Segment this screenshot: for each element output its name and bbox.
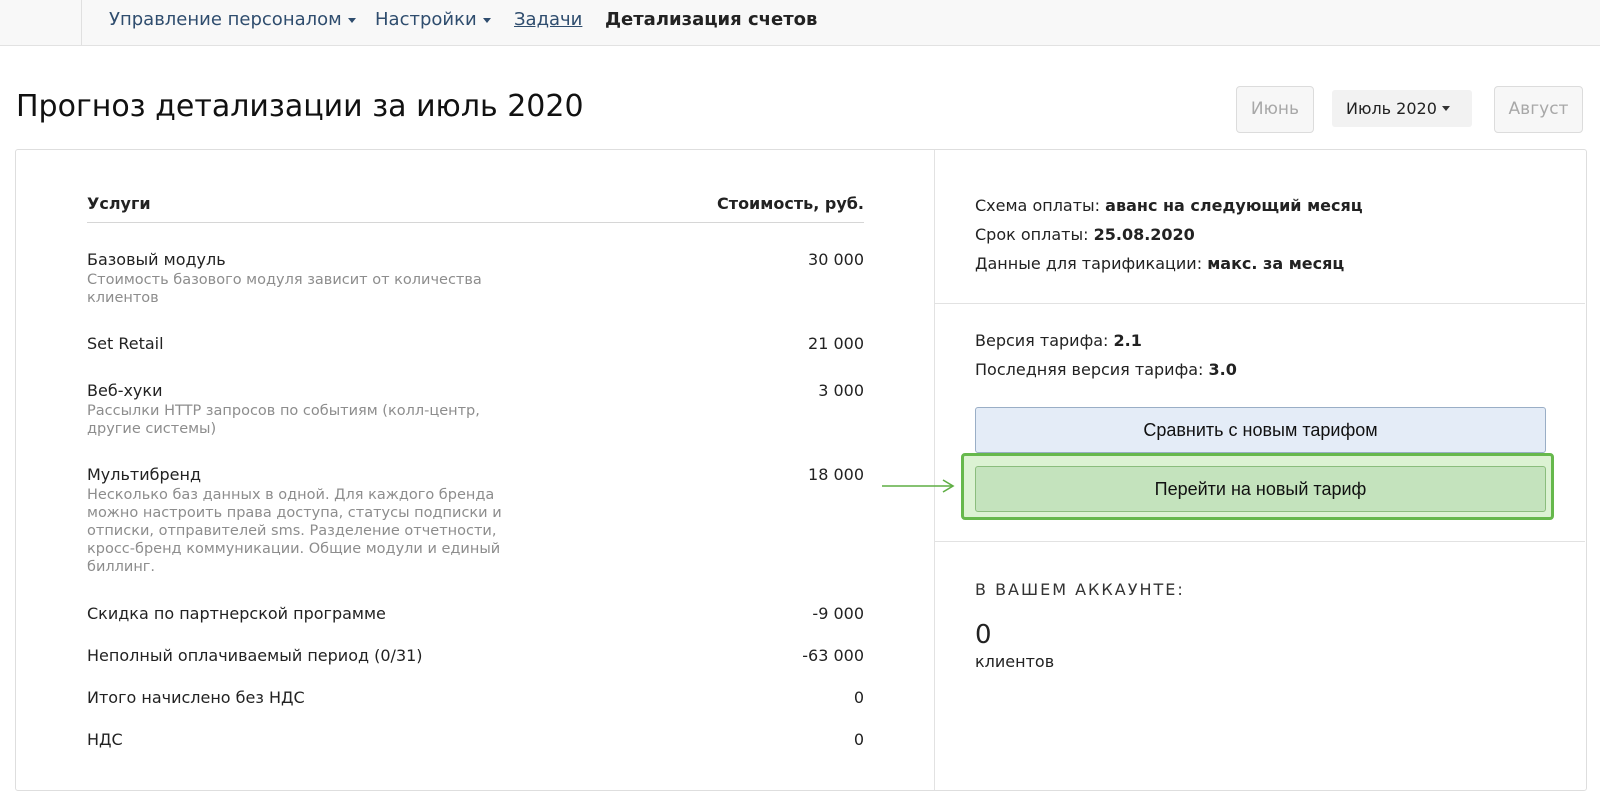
chevron-down-icon xyxy=(482,17,491,23)
tariff-version: Версия тарифа: 2.1 xyxy=(975,331,1142,350)
month-select-value: Июль 2020 xyxy=(1346,99,1437,118)
services-column-header: Услуги xyxy=(87,194,151,213)
service-name: Веб-хуки xyxy=(87,381,163,400)
service-name: Итого начислено без НДС xyxy=(87,688,305,707)
service-name: Неполный оплачиваемый период (0/31) xyxy=(87,646,423,665)
section-divider xyxy=(934,541,1585,542)
prev-month-button[interactable]: Июнь xyxy=(1236,86,1314,133)
service-name: Базовый модуль xyxy=(87,250,226,269)
chevron-down-icon xyxy=(347,17,356,23)
service-description: Несколько баз данных в одной. Для каждог… xyxy=(87,487,502,575)
service-cost: 18 000 xyxy=(808,465,864,484)
payment-due-value: 25.08.2020 xyxy=(1093,225,1195,244)
latest-tariff-version-label: Последняя версия тарифа: xyxy=(975,360,1204,379)
page-title: Прогноз детализации за июль 2020 xyxy=(16,89,584,124)
service-name: Мультибренд xyxy=(87,465,202,484)
nav-separator xyxy=(81,0,82,45)
cost-column-header: Стоимость, руб. xyxy=(717,194,864,213)
table-header-divider xyxy=(87,222,864,223)
tariff-data-label: Данные для тарификации: xyxy=(975,254,1203,273)
top-navigation: Управление персоналом Настройки Задачи Д… xyxy=(0,0,1600,46)
service-cost: 3 000 xyxy=(818,381,864,400)
service-cost: 30 000 xyxy=(808,250,864,269)
service-name: Set Retail xyxy=(87,334,164,353)
payment-scheme-label: Схема оплаты: xyxy=(975,196,1101,215)
nav-item-label: Управление персоналом xyxy=(109,9,342,30)
service-cost: 21 000 xyxy=(808,334,864,353)
payment-due: Срок оплаты: 25.08.2020 xyxy=(975,225,1195,244)
tariff-data: Данные для тарификации: макс. за месяц xyxy=(975,254,1344,273)
chevron-down-icon xyxy=(1442,106,1450,111)
arrow-right-icon xyxy=(882,479,955,493)
switch-tariff-button[interactable]: Перейти на новый тариф xyxy=(975,466,1546,512)
service-cost: -9 000 xyxy=(812,604,864,623)
service-name: Скидка по партнерской программе xyxy=(87,604,386,623)
section-divider xyxy=(934,303,1585,304)
service-cost: -63 000 xyxy=(802,646,864,665)
service-description: Рассылки HTTP запросов по событиям (колл… xyxy=(87,403,480,437)
tariff-version-value: 2.1 xyxy=(1113,331,1142,350)
nav-item-invoice-details[interactable]: Детализация счетов xyxy=(605,8,817,32)
payment-scheme-value: аванс на следующий месяц xyxy=(1105,196,1363,215)
payment-due-label: Срок оплаты: xyxy=(975,225,1089,244)
nav-item-tasks[interactable]: Задачи xyxy=(514,8,582,32)
clients-count: 0 xyxy=(975,620,992,650)
nav-item-settings[interactable]: Настройки xyxy=(375,8,491,32)
nav-item-staff-management[interactable]: Управление персоналом xyxy=(109,8,356,32)
payment-scheme: Схема оплаты: аванс на следующий месяц xyxy=(975,196,1363,215)
service-name: НДС xyxy=(87,730,123,749)
next-month-button[interactable]: Август xyxy=(1494,86,1583,133)
month-select[interactable]: Июль 2020 xyxy=(1332,90,1472,127)
tariff-version-label: Версия тарифа: xyxy=(975,331,1109,350)
nav-item-label: Настройки xyxy=(375,9,477,30)
compare-tariff-button[interactable]: Сравнить с новым тарифом xyxy=(975,407,1546,453)
service-description: Стоимость базового модуля зависит от кол… xyxy=(87,272,482,306)
account-heading: В ВАШЕМ АККАУНТЕ: xyxy=(975,580,1185,599)
latest-tariff-version-value: 3.0 xyxy=(1208,360,1237,379)
service-cost: 0 xyxy=(853,730,864,749)
service-cost: 0 xyxy=(853,688,864,707)
column-divider xyxy=(934,150,935,790)
tariff-data-value: макс. за месяц xyxy=(1207,254,1345,273)
latest-tariff-version: Последняя версия тарифа: 3.0 xyxy=(975,360,1237,379)
clients-label: клиентов xyxy=(975,652,1055,671)
